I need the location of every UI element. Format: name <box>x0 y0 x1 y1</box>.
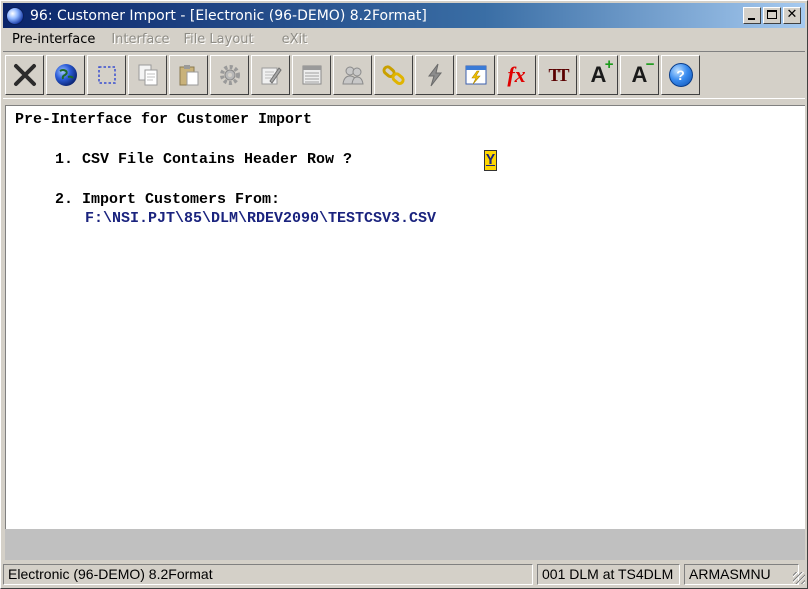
paste-icon <box>176 62 202 88</box>
close-x-icon <box>12 62 38 88</box>
import-path-field[interactable]: F:\NSI.PJT\85\DLM\RDEV2090\TESTCSV3.CSV <box>85 210 436 228</box>
toolbar-globe-button[interactable] <box>46 55 85 95</box>
toolbar-paste-button[interactable] <box>169 55 208 95</box>
menu-pre-interface[interactable]: Pre-interface <box>3 30 102 50</box>
menu-bar: Pre-interface Interface File Layout eXit <box>3 29 805 50</box>
toolbar-link-button[interactable] <box>374 55 413 95</box>
toolbar-select-button[interactable] <box>87 55 126 95</box>
font-decrease-icon: A − <box>627 56 655 88</box>
close-button[interactable]: ✕ <box>783 7 801 24</box>
title-bar[interactable]: 96: Customer Import - [Electronic (96-DE… <box>3 3 805 28</box>
plus-mark: + <box>604 56 614 73</box>
toolbar-copy-button[interactable] <box>128 55 167 95</box>
font-increase-icon: A + <box>586 56 614 88</box>
minimize-button[interactable] <box>743 7 761 24</box>
link-icon <box>381 62 407 88</box>
toolbar-function-button[interactable]: fx <box>497 55 536 95</box>
app-globe-icon[interactable] <box>6 6 24 25</box>
toolbar-font-increase-button[interactable]: A + <box>579 55 618 95</box>
fx-label: fx <box>507 62 526 87</box>
page-title: Pre-Interface for Customer Import <box>15 111 313 128</box>
close-icon: ✕ <box>786 7 798 22</box>
header-row-field[interactable]: Y <box>484 150 497 171</box>
toolbar-close-button[interactable] <box>5 55 44 95</box>
toolbar-settings-button[interactable] <box>210 55 249 95</box>
status-program: ARMASMNU <box>684 564 799 585</box>
toolbar-lightning-button[interactable] <box>415 55 454 95</box>
window-controls: ✕ <box>741 7 801 24</box>
status-bar: Electronic (96-DEMO) 8.2Format 001 DLM a… <box>3 563 807 586</box>
help-icon: ? <box>668 63 693 87</box>
copy-icon <box>135 62 161 88</box>
app-window: 96: Customer Import - [Electronic (96-DE… <box>0 0 808 589</box>
lightning-icon <box>422 62 448 88</box>
minimize-icon <box>748 18 755 20</box>
toolbar-users-button[interactable] <box>333 55 372 95</box>
help-label: ? <box>676 67 685 83</box>
toolbar-font-decrease-button[interactable]: A − <box>620 55 659 95</box>
maximize-icon <box>767 10 777 19</box>
globe-icon <box>53 62 79 88</box>
toolbar: fx TT A + A − ? <box>3 51 805 99</box>
toolbar-edit-button[interactable] <box>251 55 290 95</box>
menu-interface[interactable]: Interface <box>104 30 176 50</box>
resize-grip-icon[interactable] <box>793 572 805 584</box>
status-company: Electronic (96-DEMO) 8.2Format <box>3 564 533 585</box>
calendar-icon <box>463 62 489 88</box>
menu-file-layout[interactable]: File Layout <box>177 30 261 50</box>
status-user-location: 001 DLM at TS4DLM <box>537 564 680 585</box>
main-content: Pre-Interface for Customer Import 1. CSV… <box>5 105 805 529</box>
tt-label: TT <box>548 64 569 85</box>
maximize-button[interactable] <box>763 7 781 24</box>
menu-exit[interactable]: eXit <box>275 30 315 50</box>
toolbar-list-button[interactable] <box>292 55 331 95</box>
edit-icon <box>258 62 284 88</box>
toolbar-help-button[interactable]: ? <box>661 55 700 95</box>
header-row-question: 1. CSV File Contains Header Row ? <box>55 151 353 168</box>
toolbar-screen-button[interactable] <box>456 55 495 95</box>
gear-icon <box>217 62 243 88</box>
selection-icon <box>94 62 120 88</box>
list-icon <box>299 62 325 88</box>
toolbar-text-style-button[interactable]: TT <box>538 55 577 95</box>
window-title: 96: Customer Import - [Electronic (96-DE… <box>30 7 427 24</box>
minus-mark: − <box>645 56 655 73</box>
function-icon: fx <box>504 62 530 88</box>
text-size-icon: TT <box>545 62 571 88</box>
users-icon <box>340 62 366 88</box>
import-from-label: 2. Import Customers From: <box>55 191 281 208</box>
content-footer-band <box>5 529 805 560</box>
